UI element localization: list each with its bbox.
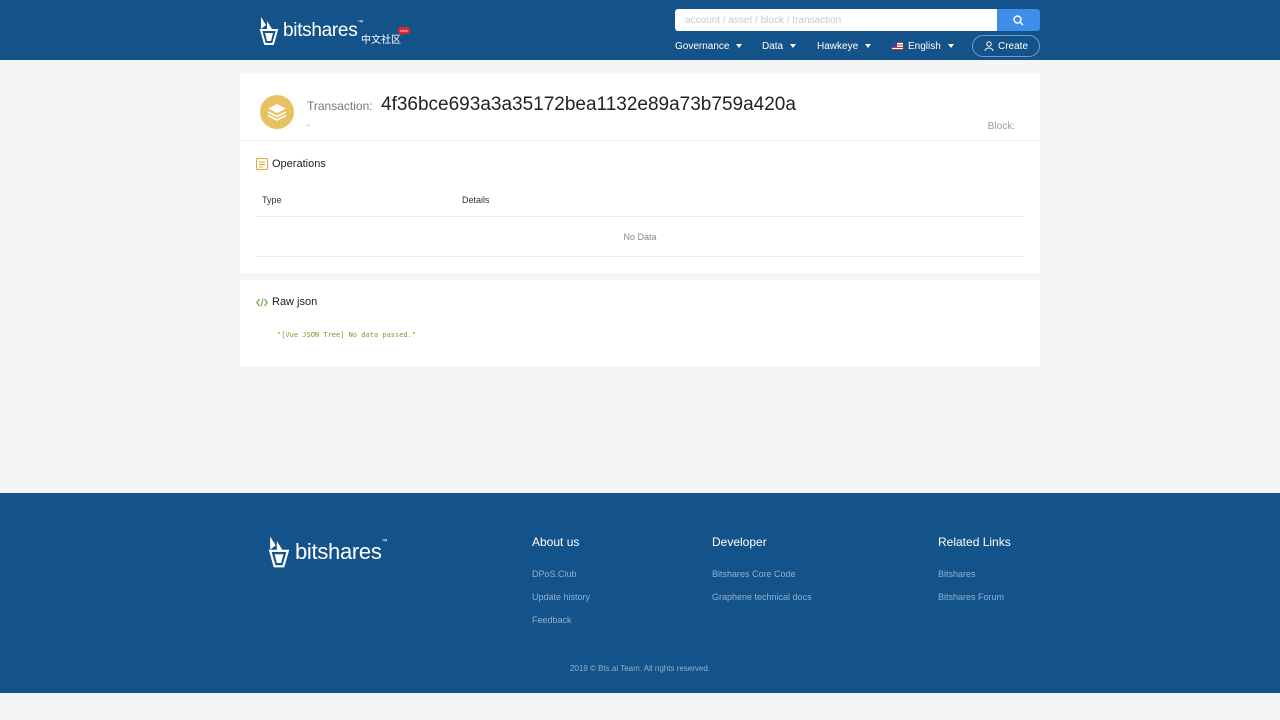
- column-type: Type: [262, 194, 282, 205]
- footer-link-graphene-docs[interactable]: Graphene technical docs: [712, 592, 812, 602]
- brand-name: bitshares™: [283, 20, 364, 41]
- hot-badge: new: [398, 27, 410, 34]
- language-label: English: [908, 40, 941, 52]
- transaction-header: Transaction: 4f36bce693a3a35172bea1132e8…: [240, 73, 1040, 141]
- nav-governance-label: Governance: [675, 40, 730, 52]
- transaction-subtitle: -: [307, 120, 310, 130]
- footer-about-title: About us: [532, 535, 580, 549]
- code-icon: [256, 297, 268, 307]
- footer-about-column: About us DPoS.Club Update history Feedba…: [532, 535, 590, 638]
- nav-data-label: Data: [762, 40, 784, 52]
- footer-related-links-column: Related Links Bitshares Bitshares Forum: [938, 535, 1011, 615]
- transaction-hash: 4f36bce693a3a35172bea1132e89a73b759a420a: [381, 94, 796, 115]
- top-header: bitshares™ 中文社区 new Governance Data Hawk…: [0, 0, 1280, 60]
- nav-hawkeye[interactable]: Hawkeye: [817, 35, 872, 57]
- footer-brand-name: bitshares™: [295, 539, 388, 564]
- caret-down-icon: [790, 44, 797, 48]
- search-input[interactable]: [675, 9, 997, 31]
- search-button[interactable]: [997, 9, 1040, 31]
- caret-down-icon: [736, 44, 743, 48]
- footer-link-update-history[interactable]: Update history: [532, 592, 590, 602]
- raw-json-title-text: Raw json: [272, 296, 318, 308]
- footer-link-dpos-club[interactable]: DPoS.Club: [532, 569, 590, 579]
- footer-developer-title: Developer: [712, 535, 767, 549]
- operations-title: Operations: [256, 158, 326, 170]
- caret-down-icon: [865, 44, 872, 48]
- footer-link-bitshares[interactable]: Bitshares: [938, 569, 1011, 579]
- language-selector[interactable]: English: [892, 35, 954, 57]
- empty-state-text: No Data: [623, 231, 657, 242]
- operations-title-text: Operations: [272, 158, 326, 170]
- footer-link-bitshares-forum[interactable]: Bitshares Forum: [938, 592, 1011, 602]
- search-bar: [675, 9, 1040, 31]
- bitshares-logo-icon: [268, 536, 290, 568]
- copyright: 2019 © Bts.ai Team. All rights reserved.: [569, 664, 711, 673]
- community-link[interactable]: 中文社区: [361, 31, 401, 46]
- nav-data[interactable]: Data: [762, 35, 797, 57]
- create-label: Create: [997, 40, 1028, 52]
- bitshares-logo-icon: [259, 17, 279, 45]
- column-details: Details: [462, 194, 490, 205]
- footer-logo[interactable]: bitshares™: [268, 535, 388, 569]
- caret-down-icon: [947, 44, 954, 48]
- transaction-label: Transaction:: [307, 99, 373, 113]
- footer: bitshares™ About us DPoS.Club Update his…: [0, 493, 1280, 693]
- layers-icon: [260, 95, 294, 129]
- footer-link-feedback[interactable]: Feedback: [532, 615, 590, 625]
- create-account-button[interactable]: Create: [972, 35, 1040, 57]
- list-icon: [256, 158, 268, 170]
- footer-link-core-code[interactable]: Bitshares Core Code: [712, 569, 812, 579]
- raw-json-content: "[Vue JSON Tree] No data passed.": [277, 331, 417, 339]
- nav-hawkeye-label: Hawkeye: [817, 40, 859, 52]
- search-icon: [1013, 14, 1024, 25]
- raw-json-title: Raw json: [256, 296, 317, 308]
- empty-state: No Data: [256, 217, 1024, 257]
- nav-governance[interactable]: Governance: [675, 35, 743, 57]
- raw-json-card: Raw json "[Vue JSON Tree] No data passed…: [240, 280, 1040, 366]
- brand-logo[interactable]: bitshares™: [259, 17, 363, 45]
- us-flag-icon: [892, 42, 903, 50]
- transaction-card: Transaction: 4f36bce693a3a35172bea1132e8…: [240, 73, 1040, 273]
- user-icon: [984, 41, 994, 51]
- operations-table: Type Details No Data: [256, 183, 1024, 257]
- table-header: Type Details: [256, 183, 1024, 217]
- footer-developer-column: Developer Bitshares Core Code Graphene t…: [712, 535, 812, 615]
- footer-related-links-title: Related Links: [938, 535, 1011, 549]
- block-label: Block:: [987, 121, 1015, 132]
